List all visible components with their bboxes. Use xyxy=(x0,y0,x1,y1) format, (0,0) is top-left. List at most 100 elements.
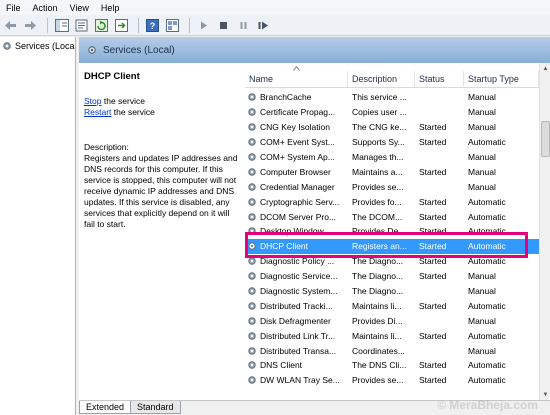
column-description[interactable]: Description xyxy=(348,71,415,87)
vertical-scrollbar[interactable]: ▲ ▼ xyxy=(539,63,550,400)
cell-startup-type: Manual xyxy=(468,315,496,326)
table-row[interactable]: COM+ Event Syst... Supports Sy... Started A… xyxy=(245,135,539,150)
tab-standard[interactable]: Standard xyxy=(130,401,181,414)
table-row[interactable]: Diagnostic Service... The Diagno... Starte… xyxy=(245,269,539,284)
restart-icon[interactable] xyxy=(255,17,272,34)
table-row[interactable]: Diagnostic Policy ... The Diagno... Starte… xyxy=(245,254,539,269)
restart-link[interactable]: Restart xyxy=(84,107,111,117)
gear-icon xyxy=(248,331,256,340)
description-text: Registers and updates IP addresses and D… xyxy=(84,153,238,229)
service-name: Cryptographic Serv... xyxy=(260,196,340,207)
service-name: Desktop Window... xyxy=(260,226,331,237)
search-gear-icon xyxy=(88,46,96,54)
services-pane: Services (Local) DHCP Client Stop the se… xyxy=(79,37,550,400)
cell-status: Started xyxy=(419,375,447,386)
cell-startup-type: Automatic xyxy=(468,300,506,311)
toolbar: ? xyxy=(0,15,550,36)
gear-icon xyxy=(248,197,256,206)
gear-icon xyxy=(248,108,256,117)
column-startup-type[interactable]: Startup Type xyxy=(464,71,539,87)
back-arrow-icon[interactable] xyxy=(2,17,19,34)
cell-status: Started xyxy=(419,137,447,148)
cell-status: Started xyxy=(419,271,447,282)
stop-link[interactable]: Stop xyxy=(84,96,102,106)
service-name: DNS Client xyxy=(260,360,303,371)
table-row[interactable]: CNG Key Isolation The CNG ke... Started Man… xyxy=(245,120,539,135)
cell-startup-type: Manual xyxy=(468,286,496,297)
cell-description: Provides fo... xyxy=(352,196,402,207)
scroll-down-icon[interactable]: ▼ xyxy=(540,389,550,400)
gear-icon xyxy=(248,346,256,355)
start-icon[interactable] xyxy=(195,17,212,34)
table-row[interactable]: Disk Defragmenter Provides Di... Manual xyxy=(245,313,539,328)
watermark: © MeraBheja.com xyxy=(437,398,538,412)
menu-view[interactable]: View xyxy=(64,1,95,15)
table-row[interactable]: Distributed Link Tr... Maintains li... Sta… xyxy=(245,328,539,343)
table-row[interactable]: Desktop Window... Provides De... Started Au… xyxy=(245,224,539,239)
cell-name: DCOM Server Pro... xyxy=(245,212,348,222)
tree-item-services-local[interactable]: Services (Local xyxy=(0,37,75,55)
service-name: Distributed Tracki... xyxy=(260,300,333,311)
service-name: DW WLAN Tray Se... xyxy=(260,375,340,386)
menu-file[interactable]: File xyxy=(0,1,27,15)
table-row[interactable]: Certificate Propag... Copies user ... Manu… xyxy=(245,105,539,120)
cell-startup-type: Automatic xyxy=(468,226,506,237)
gear-icon xyxy=(248,227,256,236)
stop-icon[interactable] xyxy=(215,17,232,34)
service-name: Credential Manager xyxy=(260,181,335,192)
services-list: Name Description Status Startup Type Bra… xyxy=(245,63,550,400)
cell-startup-type: Manual xyxy=(468,152,496,162)
table-row[interactable]: DCOM Server Pro... The DCOM... Started Auto… xyxy=(245,209,539,224)
show-tree-icon[interactable] xyxy=(53,17,70,34)
cell-description: Maintains li... xyxy=(352,330,402,341)
cell-description: Provides se... xyxy=(352,181,404,192)
table-row[interactable]: Distributed Transa... Coordinates... Manua… xyxy=(245,343,539,358)
table-row[interactable]: Cryptographic Serv... Provides fo... Start… xyxy=(245,194,539,209)
pane-title: Services (Local) xyxy=(103,44,175,56)
cell-startup-type: Automatic xyxy=(468,360,506,371)
column-name[interactable]: Name xyxy=(245,71,348,87)
pause-icon[interactable] xyxy=(235,17,252,34)
cell-name: Certificate Propag... xyxy=(245,107,348,117)
table-row[interactable]: COM+ System Ap... Manages th... Manual xyxy=(245,150,539,165)
cell-startup-type: Automatic xyxy=(468,137,506,148)
service-name: Distributed Transa... xyxy=(260,345,337,356)
cell-startup-type: Manual xyxy=(468,122,496,133)
sort-arrow-icon xyxy=(293,66,300,71)
cell-description: The Diagno... xyxy=(352,286,404,297)
table-row[interactable]: DW WLAN Tray Se... Provides se... Started A… xyxy=(245,373,539,388)
menu-help[interactable]: Help xyxy=(95,1,126,15)
tab-extended[interactable]: Extended xyxy=(79,401,132,414)
refresh-icon[interactable] xyxy=(93,17,110,34)
scroll-thumb[interactable] xyxy=(541,121,550,157)
properties-icon[interactable] xyxy=(73,17,90,34)
cell-description: Registers an... xyxy=(352,241,407,252)
service-name: CNG Key Isolation xyxy=(260,122,330,133)
gear-icon xyxy=(248,123,256,131)
table-row[interactable]: Computer Browser Maintains a... Started Man… xyxy=(245,164,539,179)
table-row[interactable]: Distributed Tracki... Maintains li... Star… xyxy=(245,298,539,313)
cell-name: Diagnostic Service... xyxy=(245,271,348,281)
cell-description: The Diagno... xyxy=(352,271,404,282)
description-label: Description: xyxy=(84,142,129,152)
export-icon[interactable] xyxy=(113,17,130,34)
service-name: DHCP Client xyxy=(260,241,309,252)
cell-status: Started xyxy=(419,241,447,252)
cell-name: Cryptographic Serv... xyxy=(245,197,348,207)
help-icon[interactable]: ? xyxy=(144,17,161,34)
gear-icon xyxy=(248,168,256,176)
forward-arrow-icon[interactable] xyxy=(22,17,39,34)
scroll-up-icon[interactable]: ▲ xyxy=(540,63,550,74)
table-row[interactable]: Diagnostic System... The Diagno... Manual xyxy=(245,284,539,299)
table-row[interactable]: DNS Client The DNS Cli... Started Automatic xyxy=(245,358,539,373)
table-row[interactable]: DHCP Client Registers an... Started Automat… xyxy=(245,238,539,254)
cell-name: DW WLAN Tray Se... xyxy=(245,375,348,385)
cell-name: COM+ Event Syst... xyxy=(245,137,348,147)
table-row[interactable]: BranchCache This service ... Manual xyxy=(245,90,539,105)
service-name: Distributed Link Tr... xyxy=(260,330,336,341)
table-row[interactable]: Credential Manager Provides se... Manual xyxy=(245,179,539,194)
menu-action[interactable]: Action xyxy=(27,1,64,15)
svg-text:?: ? xyxy=(150,21,156,31)
view-icon[interactable] xyxy=(164,17,181,34)
column-status[interactable]: Status xyxy=(415,71,464,87)
